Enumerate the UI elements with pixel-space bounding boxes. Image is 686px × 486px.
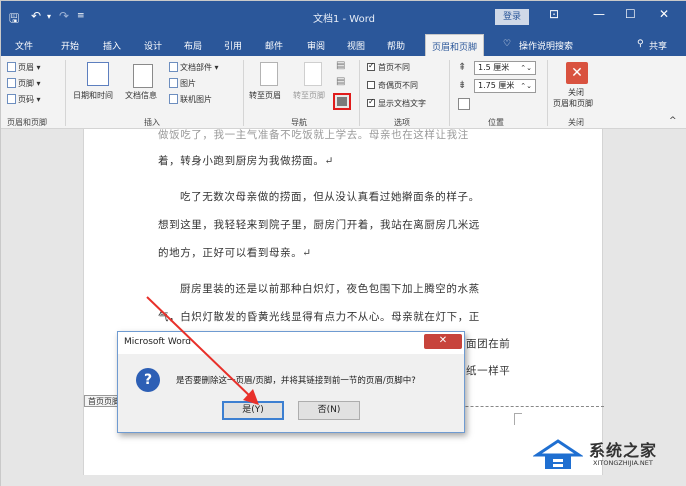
watermark-name: 系统之家 [589,441,658,460]
house-logo-icon [533,439,583,469]
word-window: 🖫 ↶ ▾ ↷ ≡ 文档1 - Word 登录 ⊡ — ☐ ✕ 文件 开始 插入… [0,0,686,486]
annotation-arrow [146,296,259,405]
site-watermark: 系统之家 XITONGZHIJIA.NET [533,435,679,475]
watermark-url: XITONGZHIJIA.NET [593,459,653,467]
